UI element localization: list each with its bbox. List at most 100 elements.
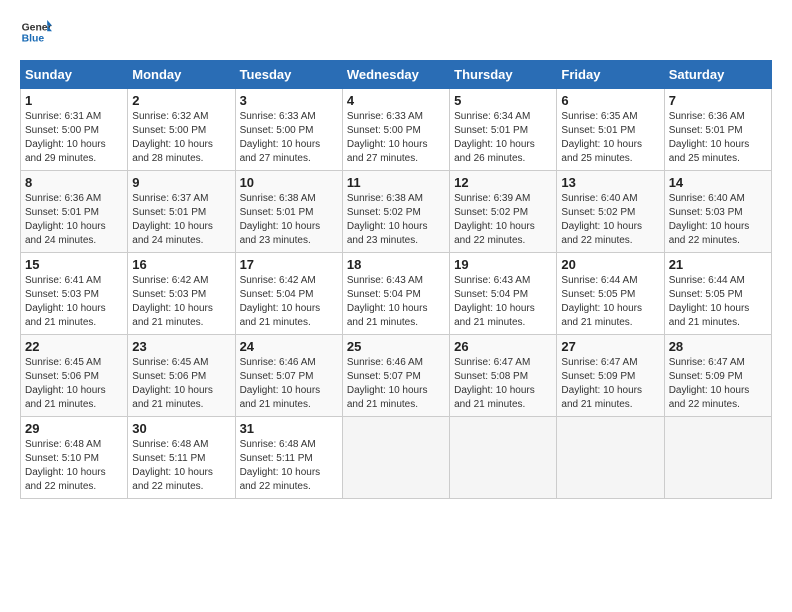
- day-info: Sunrise: 6:39 AM Sunset: 5:02 PM Dayligh…: [454, 192, 552, 248]
- calendar-cell: 13 Sunrise: 6:40 AM Sunset: 5:02 PM Dayl…: [557, 171, 664, 253]
- day-info: Sunrise: 6:44 AM Sunset: 5:05 PM Dayligh…: [669, 274, 767, 330]
- weekday-header-tuesday: Tuesday: [235, 61, 342, 89]
- calendar-cell: 4 Sunrise: 6:33 AM Sunset: 5:00 PM Dayli…: [342, 89, 449, 171]
- day-number: 23: [132, 339, 230, 354]
- day-info: Sunrise: 6:42 AM Sunset: 5:03 PM Dayligh…: [132, 274, 230, 330]
- calendar-cell: 2 Sunrise: 6:32 AM Sunset: 5:00 PM Dayli…: [128, 89, 235, 171]
- calendar-cell: 3 Sunrise: 6:33 AM Sunset: 5:00 PM Dayli…: [235, 89, 342, 171]
- calendar-cell: 19 Sunrise: 6:43 AM Sunset: 5:04 PM Dayl…: [450, 253, 557, 335]
- day-info: Sunrise: 6:41 AM Sunset: 5:03 PM Dayligh…: [25, 274, 123, 330]
- day-number: 2: [132, 93, 230, 108]
- calendar-cell: 22 Sunrise: 6:45 AM Sunset: 5:06 PM Dayl…: [21, 335, 128, 417]
- day-info: Sunrise: 6:33 AM Sunset: 5:00 PM Dayligh…: [240, 110, 338, 166]
- day-info: Sunrise: 6:36 AM Sunset: 5:01 PM Dayligh…: [25, 192, 123, 248]
- day-info: Sunrise: 6:40 AM Sunset: 5:03 PM Dayligh…: [669, 192, 767, 248]
- day-info: Sunrise: 6:31 AM Sunset: 5:00 PM Dayligh…: [25, 110, 123, 166]
- calendar-cell: 7 Sunrise: 6:36 AM Sunset: 5:01 PM Dayli…: [664, 89, 771, 171]
- weekday-header-saturday: Saturday: [664, 61, 771, 89]
- calendar-cell: 27 Sunrise: 6:47 AM Sunset: 5:09 PM Dayl…: [557, 335, 664, 417]
- calendar-cell: 18 Sunrise: 6:43 AM Sunset: 5:04 PM Dayl…: [342, 253, 449, 335]
- day-number: 5: [454, 93, 552, 108]
- day-number: 25: [347, 339, 445, 354]
- day-info: Sunrise: 6:35 AM Sunset: 5:01 PM Dayligh…: [561, 110, 659, 166]
- day-info: Sunrise: 6:38 AM Sunset: 5:01 PM Dayligh…: [240, 192, 338, 248]
- calendar-cell: 5 Sunrise: 6:34 AM Sunset: 5:01 PM Dayli…: [450, 89, 557, 171]
- calendar-cell: 1 Sunrise: 6:31 AM Sunset: 5:00 PM Dayli…: [21, 89, 128, 171]
- day-info: Sunrise: 6:45 AM Sunset: 5:06 PM Dayligh…: [25, 356, 123, 412]
- day-number: 17: [240, 257, 338, 272]
- day-info: Sunrise: 6:46 AM Sunset: 5:07 PM Dayligh…: [347, 356, 445, 412]
- day-number: 15: [25, 257, 123, 272]
- calendar-cell: 16 Sunrise: 6:42 AM Sunset: 5:03 PM Dayl…: [128, 253, 235, 335]
- day-info: Sunrise: 6:42 AM Sunset: 5:04 PM Dayligh…: [240, 274, 338, 330]
- day-info: Sunrise: 6:47 AM Sunset: 5:09 PM Dayligh…: [561, 356, 659, 412]
- day-number: 3: [240, 93, 338, 108]
- calendar-week-2: 8 Sunrise: 6:36 AM Sunset: 5:01 PM Dayli…: [21, 171, 772, 253]
- day-number: 12: [454, 175, 552, 190]
- logo: General Blue: [20, 16, 52, 48]
- calendar-cell: [342, 417, 449, 499]
- calendar-cell: [664, 417, 771, 499]
- day-info: Sunrise: 6:40 AM Sunset: 5:02 PM Dayligh…: [561, 192, 659, 248]
- day-number: 14: [669, 175, 767, 190]
- day-info: Sunrise: 6:34 AM Sunset: 5:01 PM Dayligh…: [454, 110, 552, 166]
- day-number: 28: [669, 339, 767, 354]
- day-number: 4: [347, 93, 445, 108]
- calendar-cell: 10 Sunrise: 6:38 AM Sunset: 5:01 PM Dayl…: [235, 171, 342, 253]
- calendar-cell: 28 Sunrise: 6:47 AM Sunset: 5:09 PM Dayl…: [664, 335, 771, 417]
- day-number: 21: [669, 257, 767, 272]
- day-number: 24: [240, 339, 338, 354]
- logo-icon: General Blue: [20, 16, 52, 48]
- day-number: 11: [347, 175, 445, 190]
- day-info: Sunrise: 6:43 AM Sunset: 5:04 PM Dayligh…: [347, 274, 445, 330]
- day-info: Sunrise: 6:44 AM Sunset: 5:05 PM Dayligh…: [561, 274, 659, 330]
- calendar-cell: 8 Sunrise: 6:36 AM Sunset: 5:01 PM Dayli…: [21, 171, 128, 253]
- day-info: Sunrise: 6:43 AM Sunset: 5:04 PM Dayligh…: [454, 274, 552, 330]
- day-number: 30: [132, 421, 230, 436]
- weekday-header-thursday: Thursday: [450, 61, 557, 89]
- weekday-header-friday: Friday: [557, 61, 664, 89]
- calendar-cell: 6 Sunrise: 6:35 AM Sunset: 5:01 PM Dayli…: [557, 89, 664, 171]
- day-number: 9: [132, 175, 230, 190]
- day-number: 7: [669, 93, 767, 108]
- calendar-week-3: 15 Sunrise: 6:41 AM Sunset: 5:03 PM Dayl…: [21, 253, 772, 335]
- calendar-cell: 9 Sunrise: 6:37 AM Sunset: 5:01 PM Dayli…: [128, 171, 235, 253]
- day-info: Sunrise: 6:48 AM Sunset: 5:11 PM Dayligh…: [240, 438, 338, 494]
- day-info: Sunrise: 6:47 AM Sunset: 5:09 PM Dayligh…: [669, 356, 767, 412]
- page-container: General Blue SundayMondayTuesdayWednesda…: [0, 0, 792, 509]
- calendar-week-5: 29 Sunrise: 6:48 AM Sunset: 5:10 PM Dayl…: [21, 417, 772, 499]
- day-info: Sunrise: 6:38 AM Sunset: 5:02 PM Dayligh…: [347, 192, 445, 248]
- day-number: 22: [25, 339, 123, 354]
- day-info: Sunrise: 6:47 AM Sunset: 5:08 PM Dayligh…: [454, 356, 552, 412]
- weekday-header-row: SundayMondayTuesdayWednesdayThursdayFrid…: [21, 61, 772, 89]
- calendar-cell: 14 Sunrise: 6:40 AM Sunset: 5:03 PM Dayl…: [664, 171, 771, 253]
- calendar-cell: 31 Sunrise: 6:48 AM Sunset: 5:11 PM Dayl…: [235, 417, 342, 499]
- day-number: 16: [132, 257, 230, 272]
- svg-text:Blue: Blue: [22, 34, 45, 45]
- weekday-header-monday: Monday: [128, 61, 235, 89]
- calendar-cell: [557, 417, 664, 499]
- calendar-cell: 21 Sunrise: 6:44 AM Sunset: 5:05 PM Dayl…: [664, 253, 771, 335]
- calendar-cell: 24 Sunrise: 6:46 AM Sunset: 5:07 PM Dayl…: [235, 335, 342, 417]
- day-info: Sunrise: 6:48 AM Sunset: 5:10 PM Dayligh…: [25, 438, 123, 494]
- calendar-week-1: 1 Sunrise: 6:31 AM Sunset: 5:00 PM Dayli…: [21, 89, 772, 171]
- day-info: Sunrise: 6:32 AM Sunset: 5:00 PM Dayligh…: [132, 110, 230, 166]
- day-info: Sunrise: 6:46 AM Sunset: 5:07 PM Dayligh…: [240, 356, 338, 412]
- day-number: 29: [25, 421, 123, 436]
- header: General Blue: [20, 16, 772, 48]
- calendar-cell: 23 Sunrise: 6:45 AM Sunset: 5:06 PM Dayl…: [128, 335, 235, 417]
- calendar-cell: 12 Sunrise: 6:39 AM Sunset: 5:02 PM Dayl…: [450, 171, 557, 253]
- calendar-cell: 11 Sunrise: 6:38 AM Sunset: 5:02 PM Dayl…: [342, 171, 449, 253]
- calendar-cell: 26 Sunrise: 6:47 AM Sunset: 5:08 PM Dayl…: [450, 335, 557, 417]
- day-number: 1: [25, 93, 123, 108]
- day-number: 19: [454, 257, 552, 272]
- day-info: Sunrise: 6:33 AM Sunset: 5:00 PM Dayligh…: [347, 110, 445, 166]
- day-info: Sunrise: 6:45 AM Sunset: 5:06 PM Dayligh…: [132, 356, 230, 412]
- day-info: Sunrise: 6:48 AM Sunset: 5:11 PM Dayligh…: [132, 438, 230, 494]
- calendar-week-4: 22 Sunrise: 6:45 AM Sunset: 5:06 PM Dayl…: [21, 335, 772, 417]
- day-number: 20: [561, 257, 659, 272]
- day-number: 6: [561, 93, 659, 108]
- weekday-header-sunday: Sunday: [21, 61, 128, 89]
- day-info: Sunrise: 6:37 AM Sunset: 5:01 PM Dayligh…: [132, 192, 230, 248]
- calendar-cell: [450, 417, 557, 499]
